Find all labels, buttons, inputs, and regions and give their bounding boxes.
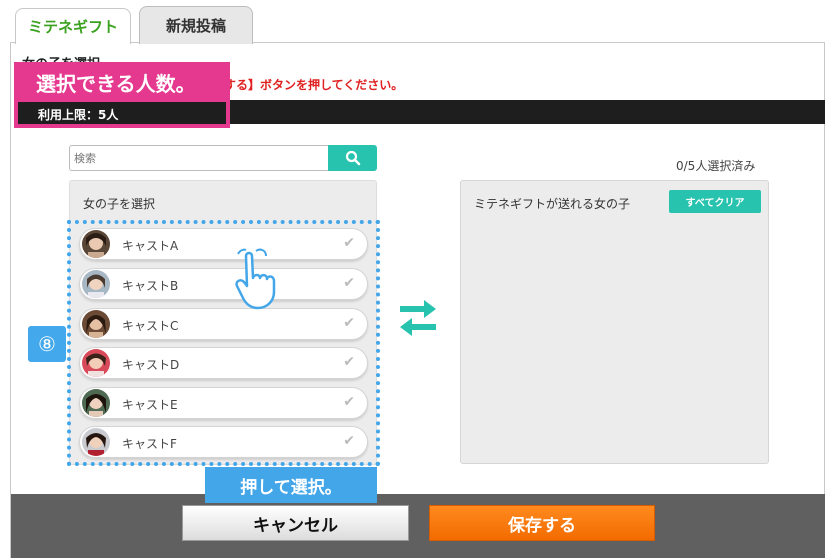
cast-list-label: 女の子を選択 — [83, 197, 156, 211]
selected-cast-label: ミテネギフトが送れる女の子 — [474, 197, 631, 211]
transfer-arrows-icon — [400, 300, 436, 336]
tab-new-post[interactable]: 新規投稿 — [139, 6, 253, 44]
pointing-hand-icon — [235, 248, 276, 310]
clear-all-button[interactable]: すべてクリア — [669, 190, 761, 213]
screen: ミテネギフト 新規投稿 女の子を選択 する】ボタンを押してください。 選択できる… — [0, 0, 832, 558]
search-button[interactable] — [328, 145, 377, 171]
search-input[interactable] — [69, 145, 331, 171]
cancel-button[interactable]: キャンセル — [182, 505, 409, 541]
limit-text: 利用上限：5人 — [38, 108, 119, 122]
step-number-badge: ⑧ — [28, 326, 66, 362]
notice-text: する】ボタンを押してください。 — [224, 78, 404, 92]
search-icon — [345, 150, 360, 166]
selected-count: 0/5人選択済み — [676, 159, 756, 173]
tab-mitene-gift[interactable]: ミテネギフト — [15, 8, 131, 44]
selected-cast-panel — [460, 180, 769, 464]
save-button[interactable]: 保存する — [429, 505, 655, 541]
selection-highlight — [67, 220, 380, 466]
footer-bar — [11, 494, 825, 558]
push-to-select-label: 押して選択。 — [205, 467, 377, 503]
